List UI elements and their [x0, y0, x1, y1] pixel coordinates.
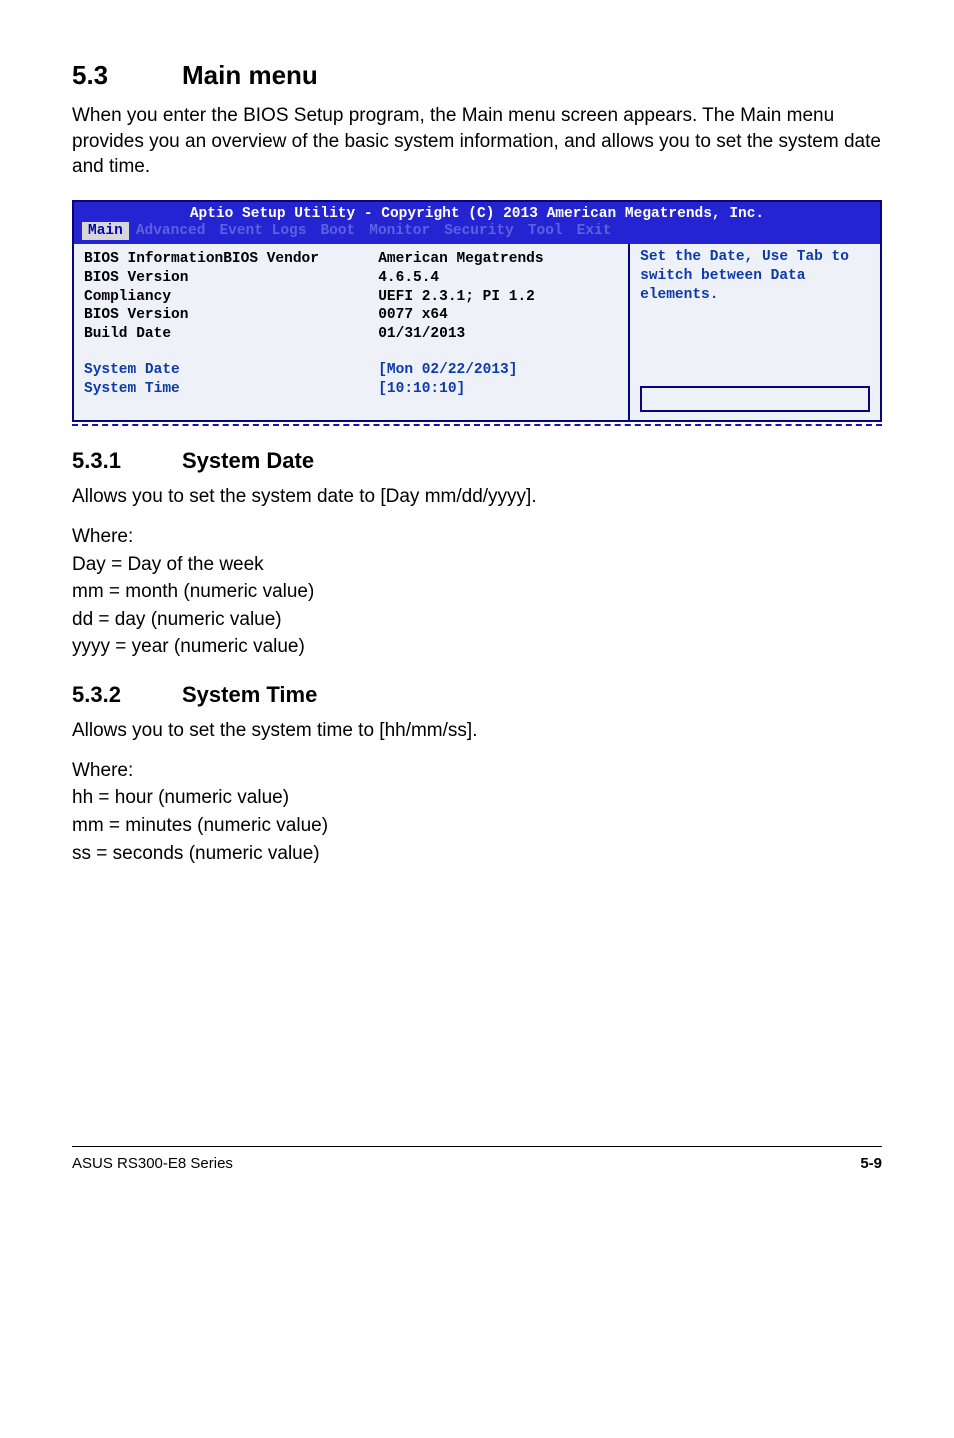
- tab-monitor[interactable]: Monitor: [362, 222, 437, 240]
- row-value: UEFI 2.3.1; PI 1.2: [378, 288, 622, 307]
- where-label: Where:: [72, 524, 882, 550]
- def-line: mm = month (numeric value): [72, 579, 882, 605]
- definition-block: Where: hh = hour (numeric value) mm = mi…: [72, 758, 882, 867]
- tab-security[interactable]: Security: [437, 222, 521, 240]
- tab-main[interactable]: Main: [82, 222, 129, 240]
- subsection-title: System Date: [182, 448, 314, 473]
- section-title: Main menu: [182, 60, 318, 90]
- tab-advanced[interactable]: Advanced: [129, 222, 213, 240]
- def-line: hh = hour (numeric value): [72, 785, 882, 811]
- row-label: Compliancy: [84, 288, 366, 307]
- where-label: Where:: [72, 758, 882, 784]
- subsection-number: 5.3.1: [72, 448, 182, 474]
- bios-help-text: Set the Date, Use Tab to switch between …: [640, 248, 870, 304]
- tab-event-logs[interactable]: Event Logs: [212, 222, 313, 240]
- section-heading: 5.3Main menu: [72, 60, 882, 91]
- row-label: Build Date: [84, 325, 366, 344]
- tab-boot[interactable]: Boot: [313, 222, 362, 240]
- row-value: American Megatrends: [378, 250, 622, 269]
- tab-tool[interactable]: Tool: [521, 222, 570, 240]
- bios-values-col: American Megatrends 4.6.5.4 UEFI 2.3.1; …: [372, 244, 630, 420]
- subsection-desc: Allows you to set the system time to [hh…: [72, 718, 882, 744]
- def-line: dd = day (numeric value): [72, 607, 882, 633]
- page-footer: ASUS RS300-E8 Series 5-9: [72, 1146, 882, 1172]
- row-label: BIOS InformationBIOS Vendor: [84, 250, 366, 269]
- system-time-value[interactable]: [10:10:10]: [378, 380, 622, 399]
- def-line: yyyy = year (numeric value): [72, 634, 882, 660]
- row-label: BIOS Version: [84, 306, 366, 325]
- subsection-heading: 5.3.1System Date: [72, 448, 882, 474]
- row-value: 01/31/2013: [378, 325, 622, 344]
- row-value: 0077 x64: [378, 306, 622, 325]
- def-line: Day = Day of the week: [72, 552, 882, 578]
- row-label: BIOS Version: [84, 269, 366, 288]
- bios-labels-col: BIOS InformationBIOS Vendor BIOS Version…: [74, 244, 372, 420]
- subsection-title: System Time: [182, 682, 317, 707]
- tab-exit[interactable]: Exit: [570, 222, 619, 240]
- row-value: 4.6.5.4: [378, 269, 622, 288]
- bios-help-panel: Set the Date, Use Tab to switch between …: [630, 244, 880, 420]
- bios-help-box: [640, 386, 870, 412]
- bios-title: Aptio Setup Utility - Copyright (C) 2013…: [74, 202, 880, 225]
- system-date-label[interactable]: System Date: [84, 361, 366, 380]
- definition-block: Where: Day = Day of the week mm = month …: [72, 524, 882, 660]
- bios-tab-bar: MainAdvancedEvent LogsBootMonitorSecurit…: [74, 224, 880, 244]
- subsection-heading: 5.3.2System Time: [72, 682, 882, 708]
- section-number: 5.3: [72, 60, 182, 91]
- footer-product: ASUS RS300-E8 Series: [72, 1155, 233, 1172]
- footer-page-number: 5-9: [860, 1155, 882, 1172]
- def-line: ss = seconds (numeric value): [72, 841, 882, 867]
- def-line: mm = minutes (numeric value): [72, 813, 882, 839]
- subsection-desc: Allows you to set the system date to [Da…: [72, 484, 882, 510]
- system-time-label[interactable]: System Time: [84, 380, 366, 399]
- system-date-value[interactable]: [Mon 02/22/2013]: [378, 361, 622, 380]
- intro-paragraph: When you enter the BIOS Setup program, t…: [72, 103, 882, 180]
- subsection-number: 5.3.2: [72, 682, 182, 708]
- tear-line: [72, 424, 882, 426]
- bios-screenshot: Aptio Setup Utility - Copyright (C) 2013…: [72, 200, 882, 426]
